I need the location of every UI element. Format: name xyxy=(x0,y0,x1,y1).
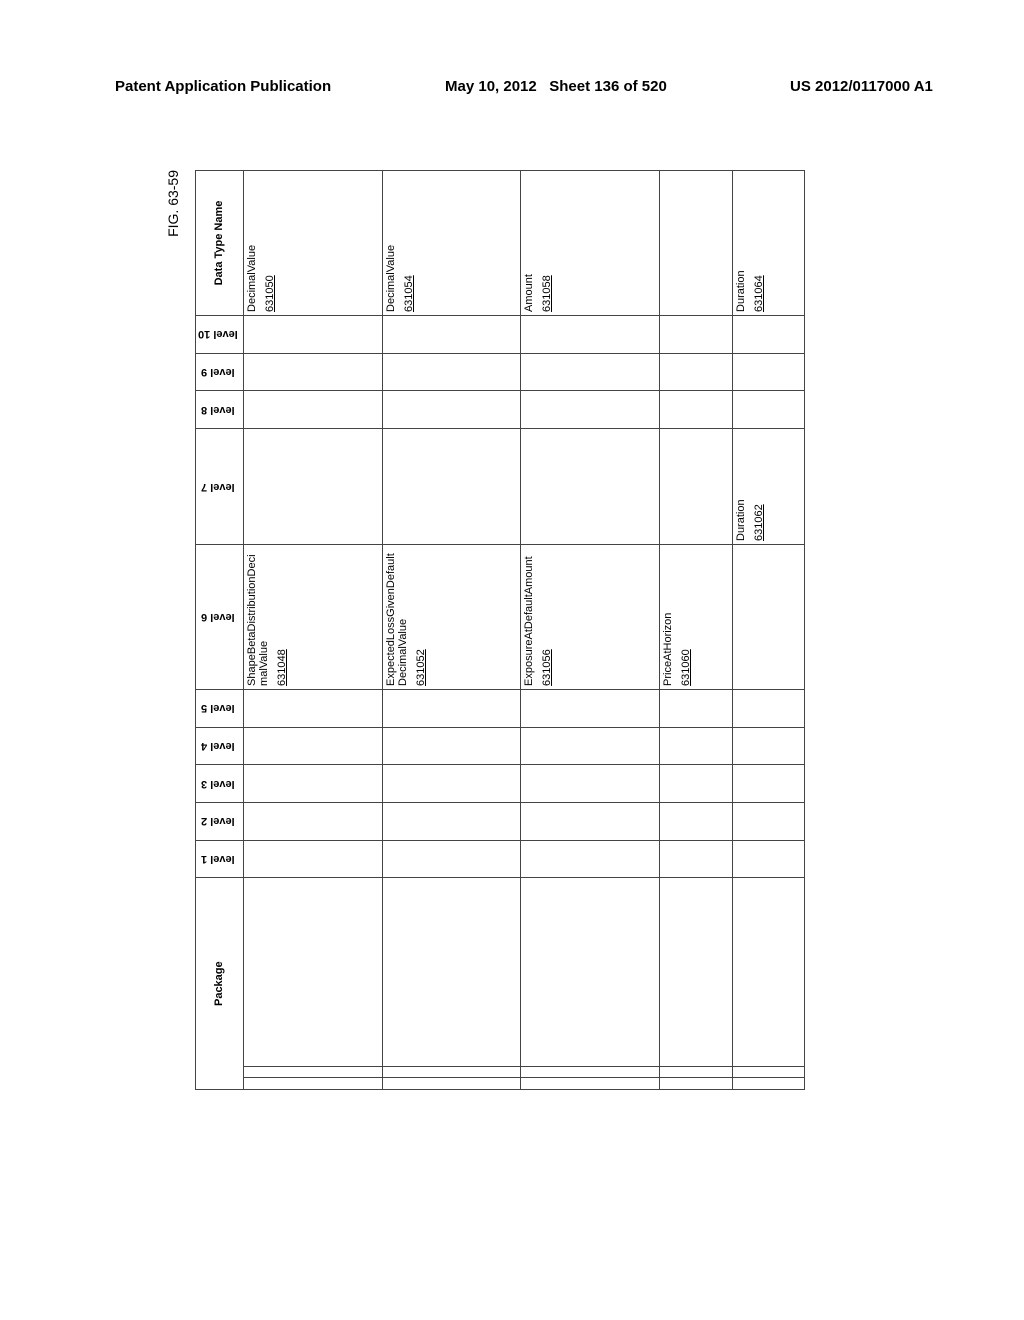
cell-level6: PriceAtHorizon 631060 xyxy=(660,545,732,690)
ref-number: 631056 xyxy=(541,548,553,686)
header-pubno: US 2012/0117000 A1 xyxy=(790,78,933,95)
table-row: ShapeBetaDistributionDecimalValue 631048… xyxy=(243,171,382,1090)
cell-level6: ExposureAtDefaultAmount 631056 xyxy=(521,545,660,690)
table-header-row: Package level 1 level 2 level 3 level 4 … xyxy=(196,171,244,1090)
col-level-5: level 5 xyxy=(196,689,244,727)
col-level-8: level 8 xyxy=(196,391,244,429)
table-row: PriceAtHorizon 631060 xyxy=(660,171,732,1090)
col-level-9: level 9 xyxy=(196,353,244,391)
cell-data-type: DecimalValue 631054 xyxy=(382,171,521,316)
figure-area: FIG. 63-59 Package level 1 level 2 level… xyxy=(165,170,805,1090)
col-level-10: level 10 xyxy=(196,315,244,353)
col-package: Package xyxy=(196,878,244,1090)
ref-number: 631048 xyxy=(276,548,288,686)
col-level-2: level 2 xyxy=(196,803,244,841)
figure-label: FIG. 63-59 xyxy=(165,170,181,237)
col-level-4: level 4 xyxy=(196,727,244,765)
table-row: ExpectedLossGivenDefaultDecimalValue 631… xyxy=(382,171,521,1090)
data-table: Package level 1 level 2 level 3 level 4 … xyxy=(195,170,805,1090)
cell-data-type: DecimalValue 631050 xyxy=(243,171,382,316)
table-row: ExposureAtDefaultAmount 631056 Amount 63… xyxy=(521,171,660,1090)
header-publication: Patent Application Publication xyxy=(115,78,331,95)
col-level-6: level 6 xyxy=(196,545,244,690)
ref-number: 631058 xyxy=(541,174,553,312)
ref-number: 631062 xyxy=(753,432,765,541)
cell-level6: ShapeBetaDistributionDecimalValue 631048 xyxy=(243,545,382,690)
ref-number: 631060 xyxy=(680,548,692,686)
table-row: Duration 631062 Duration 631064 xyxy=(732,171,804,1090)
ref-number: 631064 xyxy=(753,174,765,312)
cell-data-type: Duration 631064 xyxy=(732,171,804,316)
ref-number: 631050 xyxy=(264,174,276,312)
cell-level6: ExpectedLossGivenDefaultDecimalValue 631… xyxy=(382,545,521,690)
table-wrap: Package level 1 level 2 level 3 level 4 … xyxy=(40,325,960,935)
col-level-7: level 7 xyxy=(196,429,244,545)
cell-level7: Duration 631062 xyxy=(732,429,804,545)
ref-number: 631052 xyxy=(415,548,427,686)
col-level-1: level 1 xyxy=(196,840,244,878)
ref-number: 631054 xyxy=(403,174,415,312)
cell-data-type: Amount 631058 xyxy=(521,171,660,316)
col-data-type-name: Data Type Name xyxy=(196,171,244,316)
col-level-3: level 3 xyxy=(196,765,244,803)
header-date-sheet: May 10, 2012 Sheet 136 of 520 xyxy=(445,78,667,95)
